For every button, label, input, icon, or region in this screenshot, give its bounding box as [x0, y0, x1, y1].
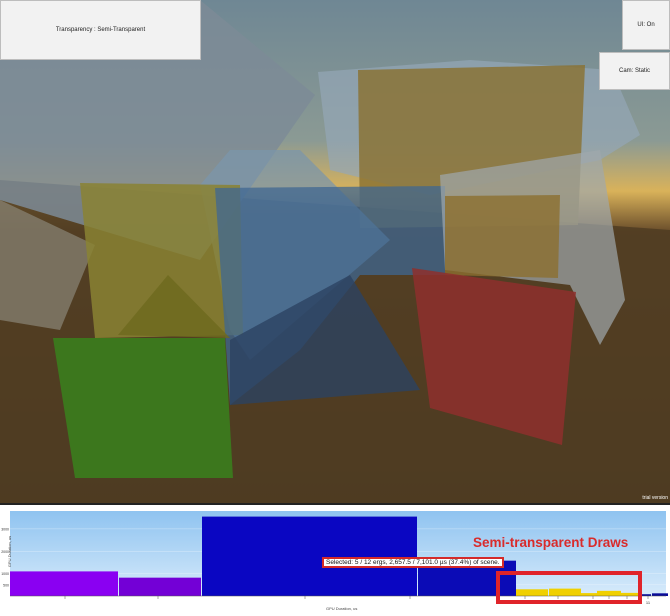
annotation-highlight-box	[496, 571, 642, 604]
transparency-toggle-button[interactable]: Transparency : Semi-Transparent	[0, 0, 201, 60]
y-tick-label: 1000	[1, 572, 9, 576]
profiler-bar[interactable]	[652, 593, 668, 596]
y-tick-label: 3000	[1, 527, 9, 531]
selection-info-label: Selected: 5 / 12 ergs, 2,657.5 / 7,101.0…	[322, 557, 504, 568]
gpu-profiler-panel[interactable]: 4 5 6 7 8 11 3000 2000 1000 500 Selected: 5 / 12…	[0, 503, 670, 616]
x-tick-label: 11	[646, 600, 651, 605]
y-tick-label: 500	[3, 583, 9, 587]
annotation-caption: Semi-transparent Draws	[473, 535, 629, 550]
scene-viewport[interactable]: Transparency : Semi-Transparent UI: On C…	[0, 0, 670, 503]
ui-toggle-button[interactable]: UI: On	[622, 0, 670, 50]
profiler-bar[interactable]	[10, 571, 118, 596]
x-axis-label: GPU Duration, us	[326, 606, 358, 611]
profiler-bar[interactable]	[119, 577, 201, 596]
y-axis-label: GPU Duration, us	[7, 535, 13, 568]
camera-toggle-button[interactable]: Cam: Static	[599, 52, 670, 90]
scene-render	[0, 0, 670, 503]
trial-watermark: trial version	[642, 495, 668, 501]
profiler-bar[interactable]	[418, 566, 500, 596]
